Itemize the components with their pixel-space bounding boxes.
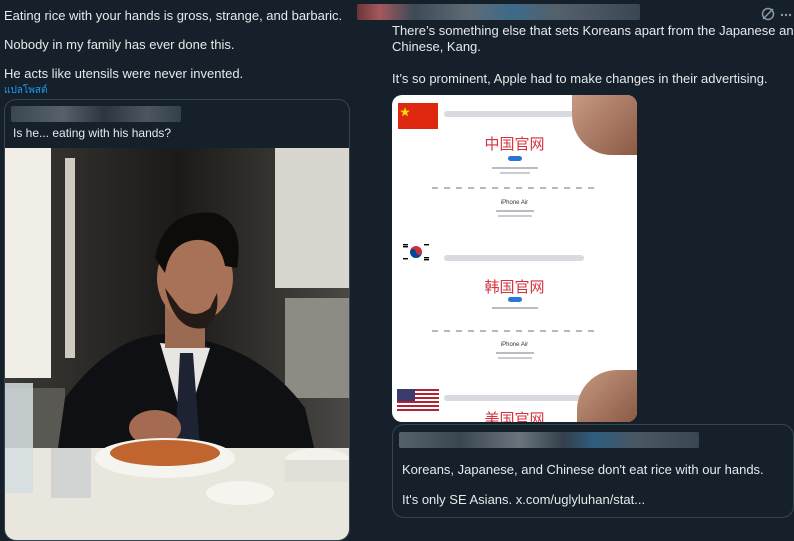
left-post-line-3: He acts like utensils were never invente… bbox=[4, 66, 244, 81]
more-options-icon[interactable] bbox=[780, 8, 792, 20]
grok-icon[interactable] bbox=[760, 6, 776, 22]
right-quote-author-blurred bbox=[399, 432, 699, 448]
left-quote-text: Is he... eating with his hands? bbox=[13, 126, 172, 140]
photo-illustration bbox=[5, 148, 349, 540]
china-product-name: iPhone Air bbox=[500, 200, 529, 206]
us-site-headline: 美国官网 bbox=[484, 411, 545, 422]
iphone-side-image bbox=[444, 111, 574, 117]
korea-product-name: iPhone Air bbox=[500, 342, 529, 348]
china-buy-button bbox=[508, 156, 522, 161]
right-post-line-3: It’s so prominent, Apple had to make cha… bbox=[392, 71, 768, 86]
right-post-author-blurred bbox=[357, 4, 640, 20]
translate-post-link[interactable]: แปลโพสต์ bbox=[4, 83, 47, 98]
right-quote-line-2: It's only SE Asians. x.com/uglyluhan/sta… bbox=[402, 492, 646, 507]
apple-ad-comparison-image[interactable]: 中国官网 iPhone Air 韩国官网 iPhone Air 美国官网 bbox=[392, 95, 637, 422]
right-quote-line-1: Koreans, Japanese, and Chinese don't eat… bbox=[402, 462, 764, 477]
man-eating-rice-photo[interactable] bbox=[5, 148, 349, 540]
korea-nav-row bbox=[432, 330, 597, 332]
china-site-headline: 中国官网 bbox=[484, 136, 545, 153]
quoted-author-blurred bbox=[11, 106, 181, 122]
right-quoted-post-card[interactable]: Koreans, Japanese, and Chinese don't eat… bbox=[392, 424, 794, 518]
right-post-line-1: There’s something else that sets Koreans… bbox=[392, 23, 794, 38]
korea-site-headline: 韩国官网 bbox=[484, 279, 545, 296]
left-post-line-1: Eating rice with your hands is gross, st… bbox=[4, 8, 343, 23]
korea-buy-button bbox=[508, 297, 522, 302]
left-post-line-2: Nobody in my family has ever done this. bbox=[4, 37, 235, 52]
iphone-side-image-3 bbox=[444, 395, 584, 401]
south-korea-flag bbox=[400, 241, 432, 268]
china-flag bbox=[398, 103, 438, 134]
left-quoted-post-card[interactable]: Is he... eating with his hands? bbox=[4, 99, 350, 541]
iphone-side-image-2 bbox=[444, 255, 584, 261]
right-post-line-2: Chinese, Kang. bbox=[392, 39, 481, 54]
china-nav-row bbox=[432, 187, 597, 189]
